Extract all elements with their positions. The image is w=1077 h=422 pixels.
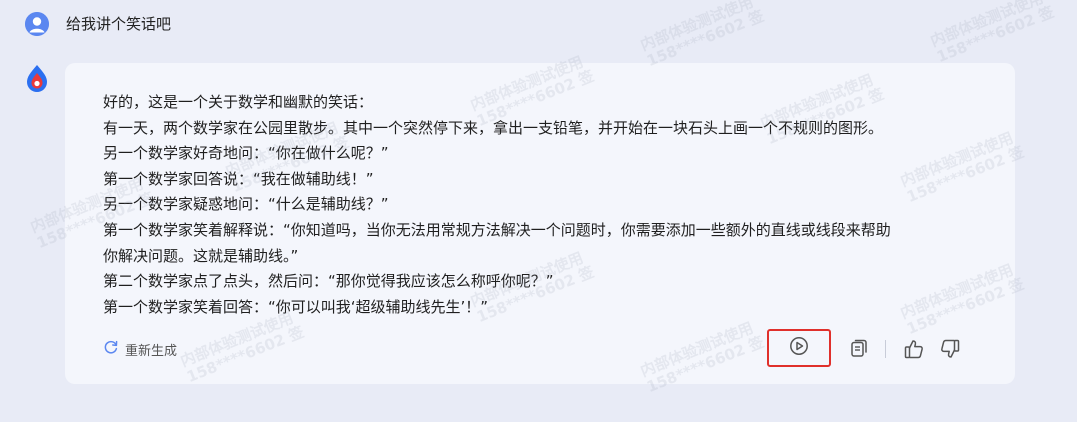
answer-line: 有一天，两个数学家在公园里散步。其中一个突然停下来，拿出一支铅笔，并开始在一块石… [103, 118, 884, 137]
answer-line: 另一个数学家好奇地问：“你在做什么呢？” [103, 144, 389, 163]
thumbs-up-icon[interactable] [903, 338, 925, 360]
answer-line: 第一个数学家笑着解释说：“你知道吗，当你无法用常规方法解决一个问题时，你需要添加… [103, 220, 891, 239]
answer-actions [767, 329, 987, 369]
answer-line: 第一个数学家回答说：“我在做辅助线！” [103, 169, 374, 188]
actions-divider [885, 340, 886, 358]
watermark-line: 内部体验测试使用 [927, 0, 1046, 51]
user-avatar-icon [25, 12, 49, 36]
copy-icon[interactable] [849, 339, 869, 359]
refresh-icon [103, 339, 125, 359]
watermark-line: 158****6602 签 [644, 6, 767, 71]
assistant-logo-icon [24, 64, 50, 92]
answer-line: 第二个数学家点了点头，然后问：“那你觉得我应该怎么称呼你呢？” [103, 272, 554, 291]
answer-line: 另一个数学家疑惑地问：“什么是辅助线？” [103, 195, 389, 214]
thumbs-down-icon[interactable] [939, 338, 961, 360]
chat-page: 给我讲个笑话吧 好的，这是一个关于数学和幽默的笑话： 有一天，两个数学家在公园里… [0, 0, 1077, 422]
watermark-line: 158****6602 签 [934, 2, 1057, 67]
answer-line: 第一个数学家笑着回答：“你可以叫我‘超级辅助线先生’！” [103, 297, 489, 316]
watermark: 内部体验测试使用 158****6602 签 [637, 0, 767, 71]
user-question-text: 给我讲个笑话吧 [66, 15, 172, 33]
watermark-line: 内部体验测试使用 [637, 0, 756, 55]
answer-card: 好的，这是一个关于数学和幽默的笑话： 有一天，两个数学家在公园里散步。其中一个突… [65, 63, 1015, 384]
regenerate-label: 重新生成 [125, 343, 178, 359]
answer-line: 好的，这是一个关于数学和幽默的笑话： [103, 93, 374, 111]
play-circle-icon [789, 336, 809, 360]
regenerate-button[interactable]: 重新生成 [103, 339, 177, 359]
answer-text: 好的，这是一个关于数学和幽默的笑话： 有一天，两个数学家在公园里散步。其中一个突… [103, 90, 983, 320]
play-audio-button[interactable] [767, 329, 831, 367]
answer-line: 你解决问题。这就是辅助线。” [103, 246, 299, 265]
watermark: 内部体验测试使用 158****6602 签 [927, 0, 1057, 67]
